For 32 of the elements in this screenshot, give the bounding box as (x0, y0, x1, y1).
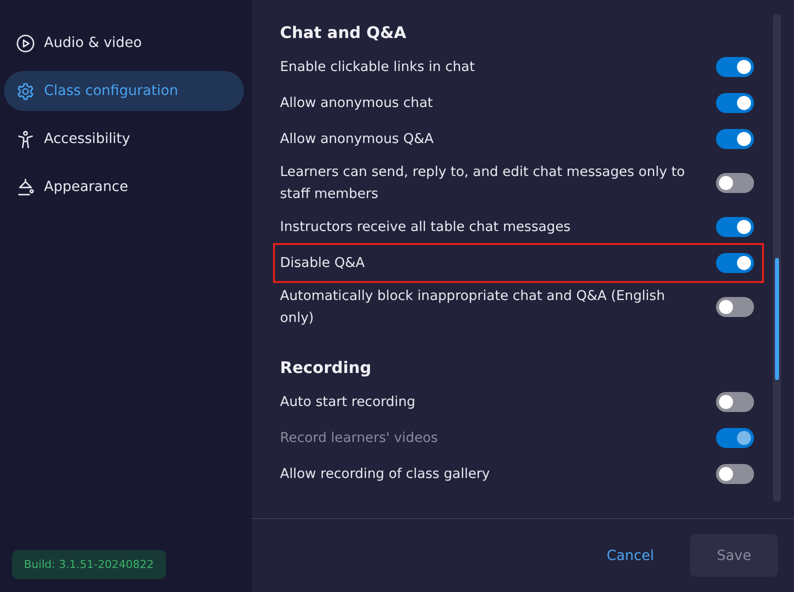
setting-label: Allow recording of class gallery (280, 465, 491, 484)
toggle-switch[interactable] (716, 217, 754, 237)
toggle-switch[interactable] (716, 129, 754, 149)
setting-label: Disable Q&A (280, 254, 366, 273)
play-circle-icon (16, 34, 35, 52)
toggle-switch[interactable] (716, 464, 754, 484)
scrollbar[interactable] (773, 14, 781, 502)
accessibility-icon (16, 130, 35, 148)
toggle-switch[interactable] (716, 297, 754, 317)
paint-bucket-icon (16, 178, 35, 196)
setting-label: Enable clickable links in chat (280, 58, 476, 77)
sidebar-item[interactable]: Accessibility (4, 119, 244, 159)
toggle-switch[interactable] (716, 93, 754, 113)
toggle-switch[interactable] (716, 253, 754, 273)
sidebar-item[interactable]: Class configuration (4, 71, 244, 111)
gear-icon (16, 82, 35, 100)
setting-label: Allow anonymous chat (280, 94, 434, 113)
section-heading: Recording (280, 357, 372, 379)
toggle-switch[interactable] (716, 57, 754, 77)
setting-label: Auto start recording (280, 393, 416, 412)
sidebar-item[interactable]: Appearance (4, 167, 244, 207)
sidebar-item[interactable]: Audio & video (4, 23, 244, 63)
cancel-button[interactable]: Cancel (594, 540, 666, 572)
toggle-switch[interactable] (716, 392, 754, 412)
setting-label: Automatically block inappropriate chat and Q&A (English only) (280, 287, 666, 328)
setting-label: Record learners' videos (280, 429, 439, 448)
section-heading: Chat and Q&A (280, 22, 408, 44)
toggle-switch[interactable] (716, 173, 754, 193)
setting-label: Learners can send, reply to, and edit chat messages only to staff members (280, 163, 686, 204)
setting-label: Allow anonymous Q&A (280, 130, 435, 149)
setting-label: Instructors receive all table chat messages (280, 218, 572, 237)
build-badge: Build: 3.1.51-20240822 (12, 550, 166, 579)
